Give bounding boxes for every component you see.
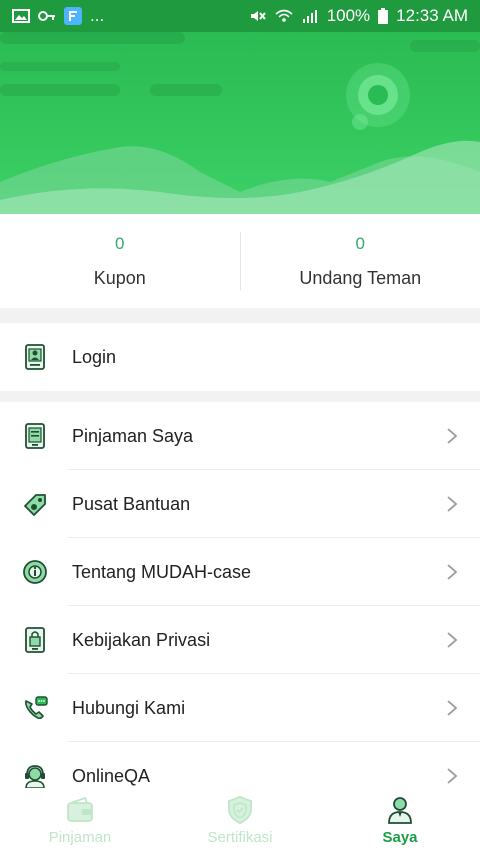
tab-label: Sertifikasi: [207, 829, 273, 846]
status-bar: ... 100% 12:33 AM: [0, 0, 480, 32]
coupon-count: 0: [115, 233, 125, 253]
tab-label: Pinjaman: [48, 829, 112, 846]
key-icon: [38, 11, 55, 21]
chevron-right-icon: [447, 768, 458, 784]
menu-list: Pinjaman Saya Pusat Bantuan Tentang MUDA…: [0, 402, 480, 788]
header-illustration: [0, 32, 480, 214]
info-badge-icon: [23, 560, 47, 584]
person-icon: [388, 797, 412, 824]
tab-pinjaman[interactable]: Pinjaman: [0, 788, 160, 853]
chevron-right-icon: [447, 632, 458, 648]
coupon-stat[interactable]: 0 Kupon: [0, 214, 240, 308]
menu-item-label: Pusat Bantuan: [72, 493, 191, 514]
stats-panel: 0 Kupon 0 Undang Teman: [0, 214, 480, 308]
menu-item-pinjaman-saya[interactable]: Pinjaman Saya: [0, 402, 480, 470]
login-label: Login: [72, 346, 117, 367]
menu-item-label: Tentang MUDAH-case: [72, 561, 252, 582]
menu-item-label: Kebijakan Privasi: [72, 629, 211, 650]
chevron-right-icon: [447, 496, 458, 512]
invite-label: Undang Teman: [299, 267, 422, 288]
menu-item-hubungi-kami[interactable]: Hubungi Kami: [0, 674, 480, 742]
tab-saya[interactable]: Saya: [320, 788, 480, 853]
invite-count: 0: [355, 233, 365, 253]
clock: 12:33 AM: [396, 6, 468, 25]
login-row[interactable]: Login: [0, 323, 480, 391]
menu-item-label: Hubungi Kami: [72, 697, 186, 718]
invite-friends-stat[interactable]: 0 Undang Teman: [241, 214, 480, 308]
headset-agent-icon: [25, 765, 45, 788]
shield-icon: [228, 796, 252, 824]
profile-header-banner: [0, 32, 480, 214]
coupon-label: Kupon: [93, 267, 146, 288]
menu-item-kebijakan-privasi[interactable]: Kebijakan Privasi: [0, 606, 480, 674]
signal-icon: [302, 10, 317, 23]
menu-item-pusat-bantuan[interactable]: Pusat Bantuan: [0, 470, 480, 538]
menu-item-label: Pinjaman Saya: [72, 425, 194, 446]
wallet-icon: [67, 796, 93, 822]
app-notification-icon: [64, 7, 82, 25]
bottom-tab-bar: Pinjaman Sertifikasi Saya: [0, 788, 480, 853]
mute-icon: [250, 11, 266, 21]
chevron-right-icon: [447, 564, 458, 580]
chevron-right-icon: [447, 428, 458, 444]
tab-sertifikasi[interactable]: Sertifikasi: [160, 788, 320, 853]
image-icon: [12, 9, 30, 23]
battery-percent: 100%: [326, 6, 371, 25]
chevron-right-icon: [447, 700, 458, 716]
user-card-icon: [25, 344, 45, 370]
wifi-icon: [275, 9, 293, 22]
tag-icon: [24, 494, 46, 516]
notification-overflow: ...: [90, 6, 105, 25]
lock-phone-icon: [25, 627, 45, 653]
phone-chat-icon: [24, 696, 48, 720]
menu-item-onlineqa[interactable]: OnlineQA: [0, 742, 480, 788]
battery-icon: [378, 8, 389, 24]
tab-label: Saya: [382, 829, 418, 846]
phone-list-icon: [25, 423, 45, 449]
menu-item-tentang[interactable]: Tentang MUDAH-case: [0, 538, 480, 606]
menu-item-label: OnlineQA: [72, 765, 151, 786]
login-card: Login: [0, 323, 480, 391]
